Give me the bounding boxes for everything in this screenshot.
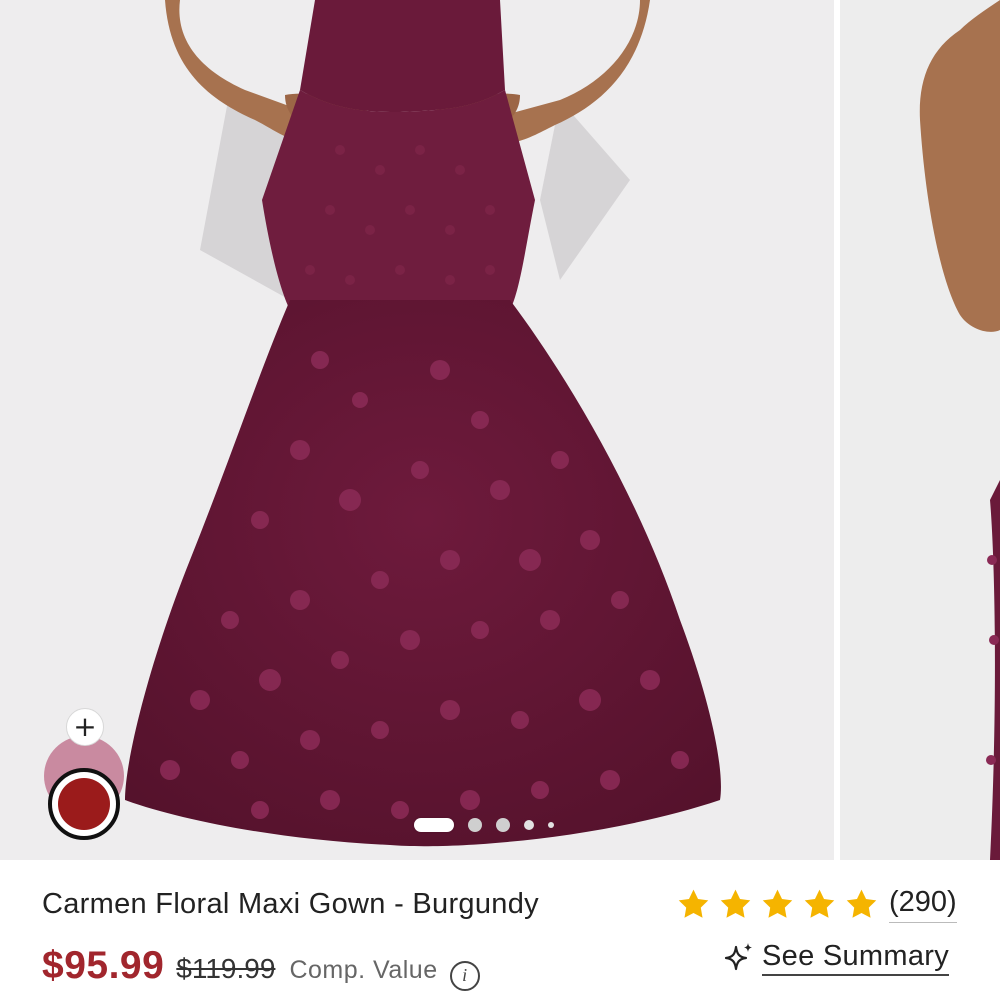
carousel-pagination xyxy=(414,816,554,834)
product-image-gallery[interactable]: + xyxy=(0,0,1000,862)
carousel-dot[interactable] xyxy=(548,822,554,828)
price-row: $95.99 $119.99 Comp. Value i xyxy=(42,944,480,991)
star-rating xyxy=(676,887,879,922)
sparkle-icon xyxy=(724,943,752,971)
carousel-dot[interactable] xyxy=(496,818,510,832)
model-arm-photo xyxy=(919,0,1000,860)
color-swatch-burgundy[interactable] xyxy=(48,768,120,840)
product-title: Carmen Floral Maxi Gown - Burgundy xyxy=(42,888,539,920)
star-icon xyxy=(804,889,835,918)
star-icon xyxy=(762,889,793,918)
see-summary-label[interactable]: See Summary xyxy=(762,940,950,976)
product-image-next[interactable] xyxy=(840,0,1000,860)
color-swatch-group: + xyxy=(44,708,124,840)
star-icon xyxy=(846,889,877,918)
plus-icon: + xyxy=(73,710,97,743)
original-price: $119.99 xyxy=(176,953,276,984)
swatch-fill xyxy=(58,778,110,830)
sale-price: $95.99 xyxy=(42,944,165,987)
carousel-dot[interactable] xyxy=(524,820,534,830)
gown-photo xyxy=(125,0,721,847)
add-swatch-button[interactable]: + xyxy=(66,708,104,746)
carousel-dot[interactable] xyxy=(468,818,482,832)
review-count-link[interactable]: (290) xyxy=(889,886,957,923)
carousel-dot-active[interactable] xyxy=(414,818,454,832)
star-icon xyxy=(720,889,751,918)
star-icon xyxy=(678,889,709,918)
see-summary-link[interactable]: See Summary xyxy=(722,940,950,976)
product-image-main[interactable] xyxy=(0,0,834,860)
product-rating[interactable]: (290) xyxy=(676,886,957,923)
info-icon[interactable]: i xyxy=(449,960,480,991)
comp-value-label: Comp. Value xyxy=(289,956,438,984)
